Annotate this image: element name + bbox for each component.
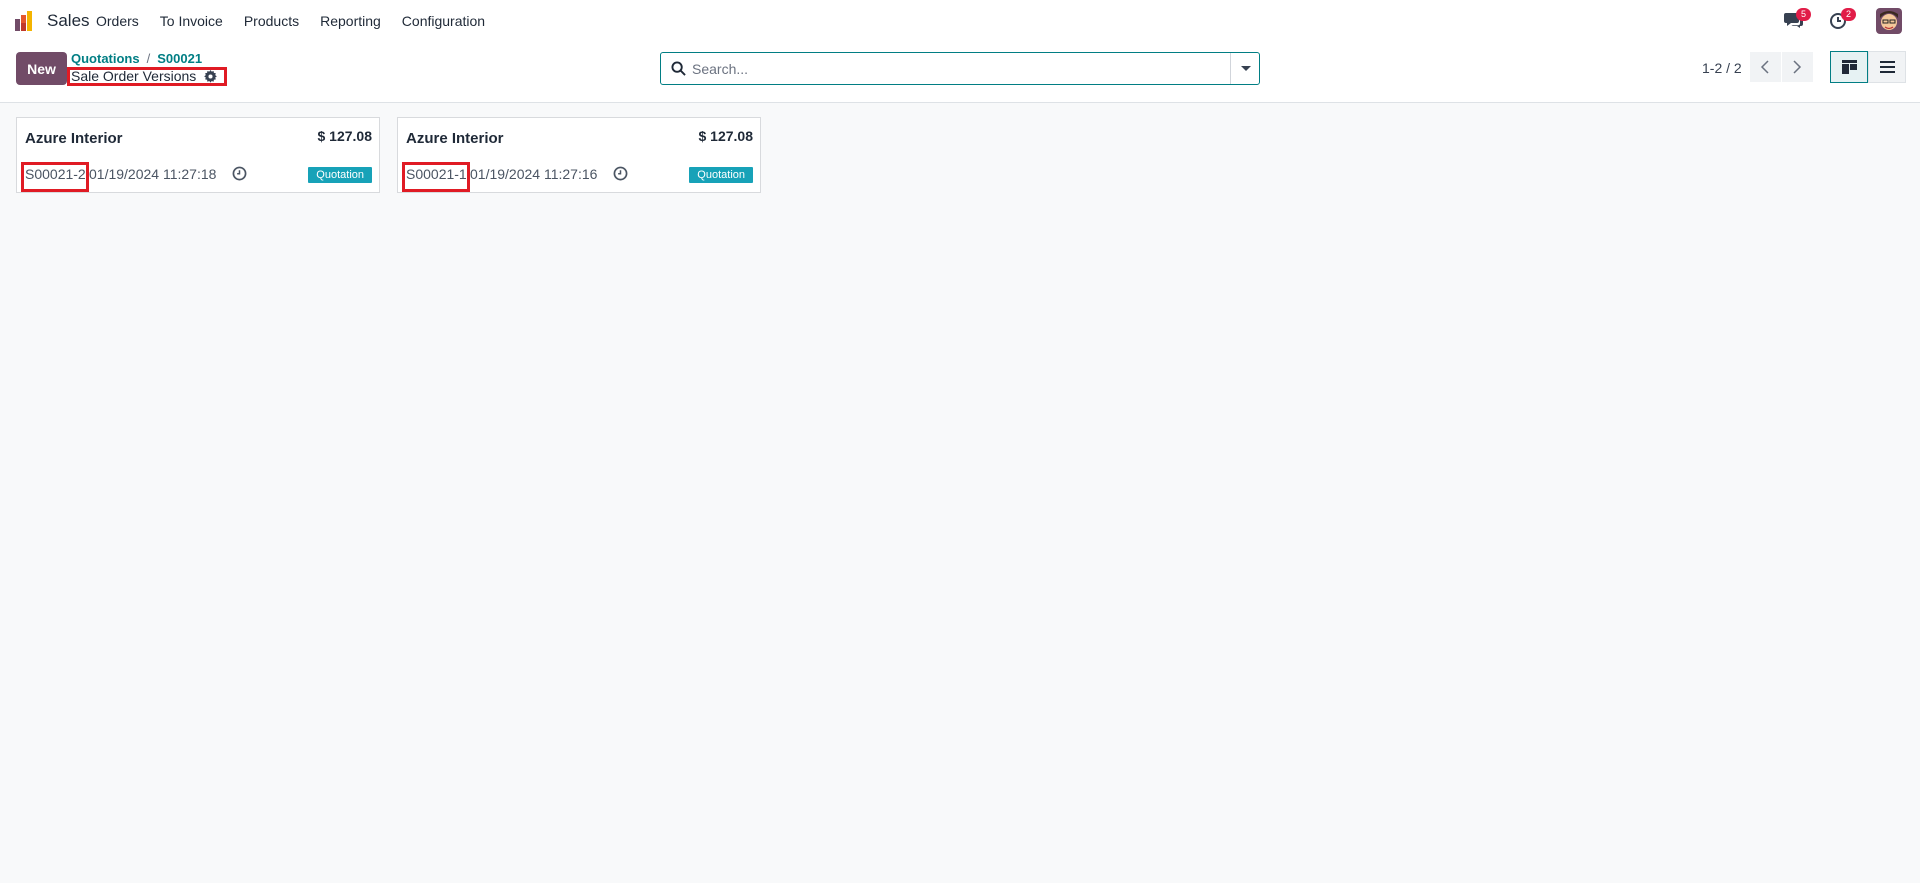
card-reference: S00021-2: [25, 166, 86, 182]
chevron-left-icon: [1760, 60, 1769, 74]
kanban-view-button[interactable]: [1830, 51, 1868, 83]
messages-button[interactable]: 5: [1784, 8, 1811, 31]
top-navbar: Sales Orders To Invoice Products Reporti…: [0, 0, 1920, 42]
search-input[interactable]: [692, 57, 1212, 80]
menu-to-invoice[interactable]: To Invoice: [160, 13, 223, 29]
search-icon: [671, 61, 686, 76]
pager-next-button[interactable]: [1782, 52, 1813, 82]
activity-clock-icon[interactable]: [232, 166, 247, 181]
breadcrumb-quotations[interactable]: Quotations: [71, 51, 140, 66]
page-title: Sale Order Versions: [71, 68, 197, 84]
card-reference: S00021-1: [406, 166, 467, 182]
kanban-icon: [1842, 60, 1857, 74]
card-amount: $ 127.08: [698, 128, 754, 144]
main-menu: Orders To Invoice Products Reporting Con…: [96, 0, 506, 42]
sales-app-icon[interactable]: [15, 11, 37, 31]
menu-reporting[interactable]: Reporting: [320, 13, 381, 29]
menu-products[interactable]: Products: [244, 13, 299, 29]
list-view-button[interactable]: [1868, 51, 1906, 83]
activity-clock-icon[interactable]: [613, 166, 628, 181]
pager-value[interactable]: 1-2 / 2: [1702, 60, 1742, 76]
control-panel: New Quotations / S00021 Sale Order Version…: [0, 42, 1920, 103]
new-button[interactable]: New: [16, 52, 67, 85]
menu-orders[interactable]: Orders: [96, 13, 139, 29]
search-options-dropdown-toggle[interactable]: [1230, 53, 1259, 84]
list-icon: [1880, 61, 1895, 73]
menu-configuration[interactable]: Configuration: [402, 13, 485, 29]
breadcrumb-s00021[interactable]: S00021: [157, 51, 202, 66]
gear-icon[interactable]: [204, 70, 217, 83]
status-badge: Quotation: [308, 167, 372, 183]
kanban-card[interactable]: Azure Interior $ 127.08 S00021-2 01/19/2…: [16, 117, 380, 193]
card-date: 01/19/2024 11:27:16: [470, 166, 598, 182]
activities-badge: 2: [1841, 8, 1856, 21]
pager-previous-button[interactable]: [1750, 52, 1781, 82]
avatar-image: [1876, 8, 1902, 34]
user-avatar[interactable]: [1876, 8, 1902, 34]
search-bar: [660, 52, 1260, 85]
kanban-card[interactable]: Azure Interior $ 127.08 S00021-1 01/19/2…: [397, 117, 761, 193]
card-amount: $ 127.08: [317, 128, 373, 144]
breadcrumb-separator: /: [146, 51, 151, 66]
messages-badge: 5: [1796, 8, 1811, 21]
status-badge: Quotation: [689, 167, 753, 183]
card-date: 01/19/2024 11:27:18: [89, 166, 217, 182]
activities-button[interactable]: 2: [1829, 8, 1856, 31]
app-name[interactable]: Sales: [47, 11, 90, 31]
card-customer: Azure Interior: [406, 130, 504, 147]
card-customer: Azure Interior: [25, 130, 123, 147]
chevron-right-icon: [1793, 60, 1802, 74]
breadcrumb: Quotations / S00021: [71, 51, 202, 66]
